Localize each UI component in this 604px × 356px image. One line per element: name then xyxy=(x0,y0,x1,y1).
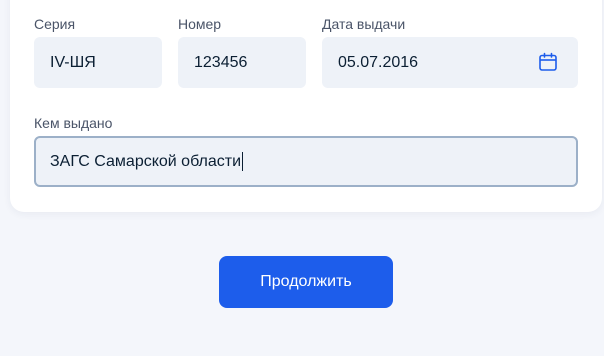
series-field[interactable]: IV-ШЯ xyxy=(34,37,162,88)
text-caret xyxy=(242,152,244,171)
number-field[interactable]: 123456 xyxy=(178,37,306,88)
calendar-icon[interactable] xyxy=(538,52,558,72)
issue-date-value: 05.07.2016 xyxy=(338,53,419,71)
series-value: IV-ШЯ xyxy=(50,53,96,71)
passport-form-card: Серия IV-ШЯ Номер 123456 Дата выдачи 05.… xyxy=(10,0,602,212)
issue-date-label: Дата выдачи xyxy=(322,16,406,32)
issued-by-value: ЗАГС Самарской области xyxy=(50,152,242,170)
continue-button[interactable]: Продолжить xyxy=(219,256,393,308)
number-label: Номер xyxy=(178,16,222,32)
series-label: Серия xyxy=(34,16,76,32)
issued-by-label: Кем выдано xyxy=(34,115,113,131)
issued-by-input[interactable]: ЗАГС Самарской области xyxy=(34,136,578,187)
number-value: 123456 xyxy=(194,53,248,71)
issue-date-field[interactable]: 05.07.2016 xyxy=(322,37,578,88)
